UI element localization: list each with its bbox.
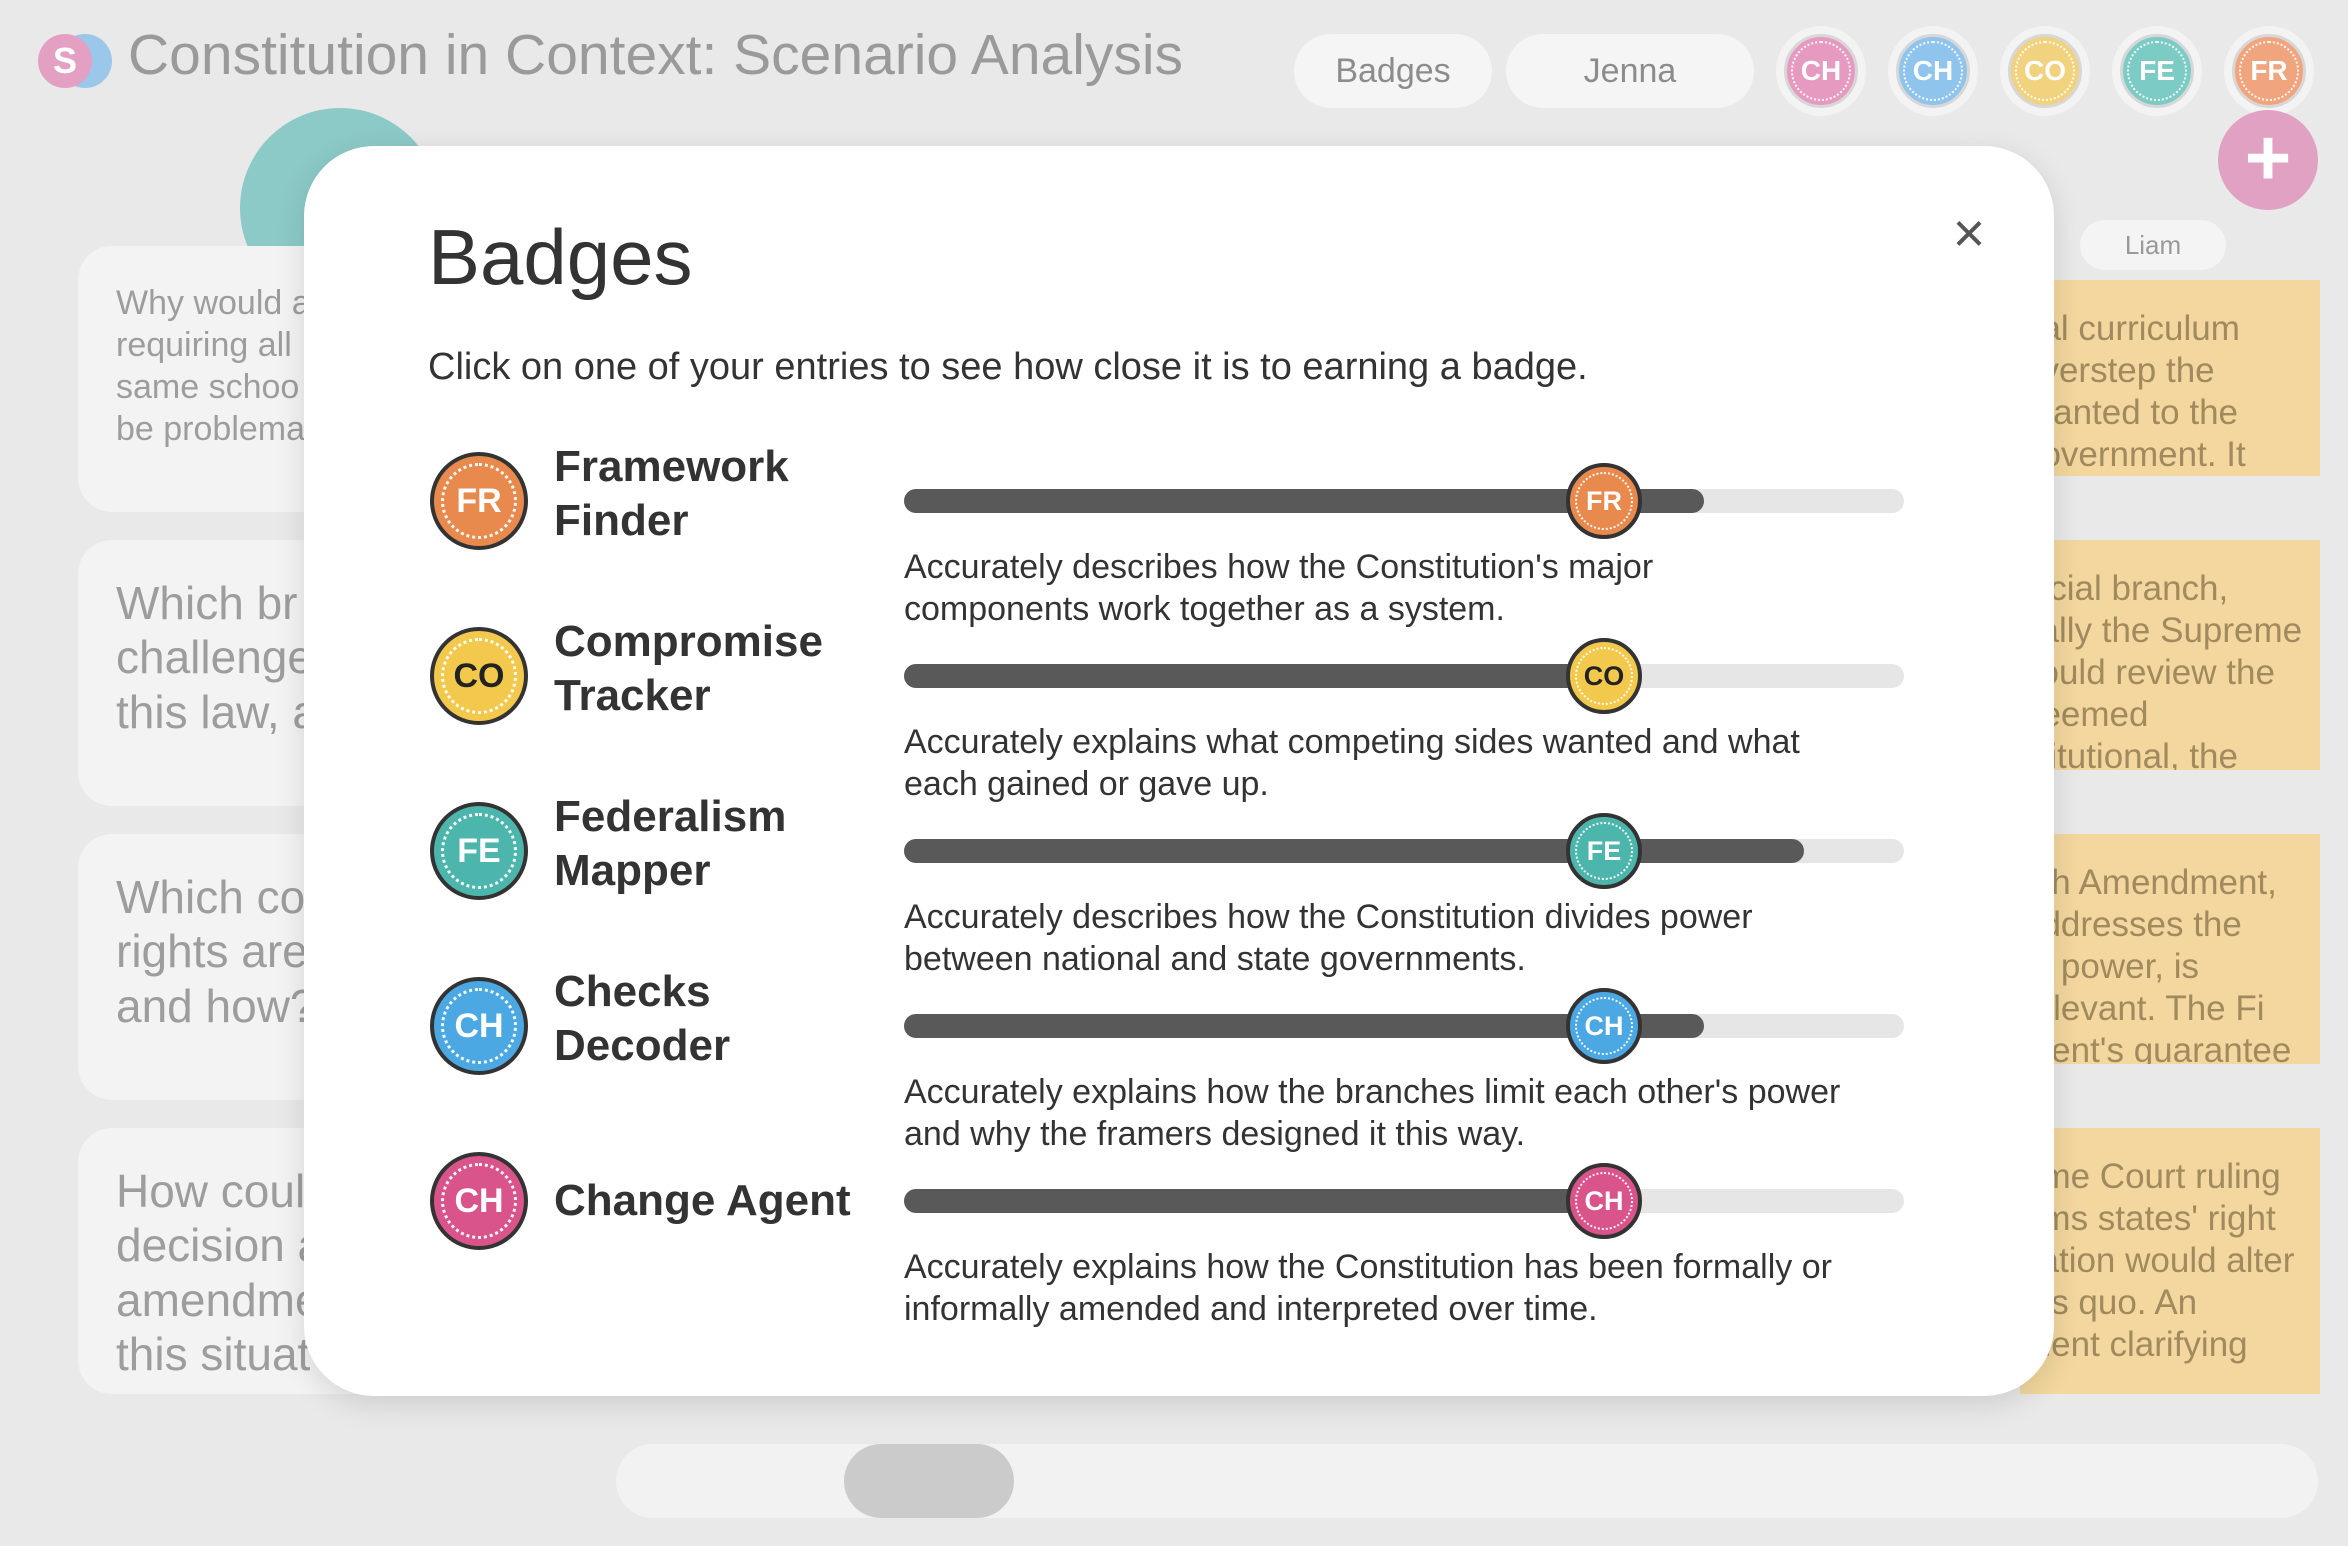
progress-marker-fe[interactable]: FE xyxy=(1566,813,1642,889)
badge-name: Framework Finder xyxy=(554,442,789,545)
response-card-text: nth Amendment, addresses the of power, i… xyxy=(2022,863,2292,1064)
response-card-text: eme Court ruling irms states' right cati… xyxy=(2022,1157,2295,1364)
modal-subtitle: Click on one of your entries to see how … xyxy=(428,346,1588,388)
badge-icon: FR xyxy=(2232,34,2306,108)
badge-row: CH Change Agent CH Accurately explains how … xyxy=(304,1138,2054,1328)
scrollbar-thumb[interactable] xyxy=(844,1444,1014,1518)
badge-name: Checks Decoder xyxy=(554,967,731,1070)
user-button[interactable]: Jenna xyxy=(1506,34,1754,108)
badges-modal: Badges × Click on one of your entries to… xyxy=(304,146,2054,1396)
badge-icon: CH xyxy=(1784,34,1858,108)
badge-name: Federalism Mapper xyxy=(554,792,787,895)
add-button[interactable]: + xyxy=(2218,110,2318,210)
close-icon[interactable]: × xyxy=(1942,205,1996,261)
progress-track: CH xyxy=(904,988,1904,1064)
progress-track: FE xyxy=(904,813,1904,889)
badge-row: FR Framework Finder FR Accurately describes… xyxy=(304,438,2054,628)
badges-button[interactable]: Badges xyxy=(1294,34,1492,108)
progress-marker-fr[interactable]: FR xyxy=(1566,463,1642,539)
progress-fill xyxy=(904,1189,1604,1213)
progress-track: FR xyxy=(904,463,1904,539)
badge-icon-ch: CH xyxy=(430,977,528,1075)
progress-fill xyxy=(904,664,1604,688)
header-badge-ch[interactable]: CH xyxy=(1888,26,1978,116)
badge-icon-fe: FE xyxy=(430,802,528,900)
logo-circle-pink: S xyxy=(38,34,92,88)
badge-icon-ch: CH xyxy=(430,1152,528,1250)
progress-marker-ch[interactable]: CH xyxy=(1566,988,1642,1064)
badge-description: Accurately explains how the Constitution… xyxy=(904,1248,1832,1329)
app-logo: S xyxy=(38,34,112,88)
header-badge-ch[interactable]: CH xyxy=(1776,26,1866,116)
progress-track: CO xyxy=(904,638,1904,714)
response-card[interactable]: nth Amendment, addresses the of power, i… xyxy=(2020,834,2320,1064)
response-card[interactable]: eme Court ruling irms states' right cati… xyxy=(2020,1128,2320,1394)
progress-marker-ch[interactable]: CH xyxy=(1566,1163,1642,1239)
header-badge-fr[interactable]: FR xyxy=(2224,26,2314,116)
response-card[interactable]: nal curriculum overstep the granted to t… xyxy=(2020,280,2320,476)
user-label-liam: Liam xyxy=(2080,220,2226,270)
progress-marker-co[interactable]: CO xyxy=(1566,638,1642,714)
header-badge-co[interactable]: CO xyxy=(2000,26,2090,116)
badge-icon-fr: FR xyxy=(430,452,528,550)
badge-icon: FE xyxy=(2120,34,2194,108)
badge-row: FE Federalism Mapper FE Accurately describe… xyxy=(304,788,2054,978)
progress-fill xyxy=(904,839,1804,863)
response-card-text: dicial branch, cally the Supreme could r… xyxy=(2022,569,2303,770)
header-badge-fe[interactable]: FE xyxy=(2112,26,2202,116)
badge-icon: CH xyxy=(1896,34,1970,108)
response-card-text: nal curriculum overstep the granted to t… xyxy=(2022,309,2246,474)
badge-row: CO Compromise Tracker CO Accurately explain… xyxy=(304,613,2054,803)
progress-track: CH xyxy=(904,1163,1904,1239)
badge-icon-co: CO xyxy=(430,627,528,725)
response-card[interactable]: dicial branch, cally the Supreme could r… xyxy=(2020,540,2320,770)
badge-row: CH Checks Decoder CH Accurately explains ho… xyxy=(304,963,2054,1153)
app-title: Constitution in Context: Scenario Analys… xyxy=(128,23,1184,87)
modal-title: Badges xyxy=(428,213,693,301)
badge-name: Change Agent xyxy=(554,1176,851,1225)
badge-icon: CO xyxy=(2008,34,2082,108)
badge-name: Compromise Tracker xyxy=(554,617,823,720)
